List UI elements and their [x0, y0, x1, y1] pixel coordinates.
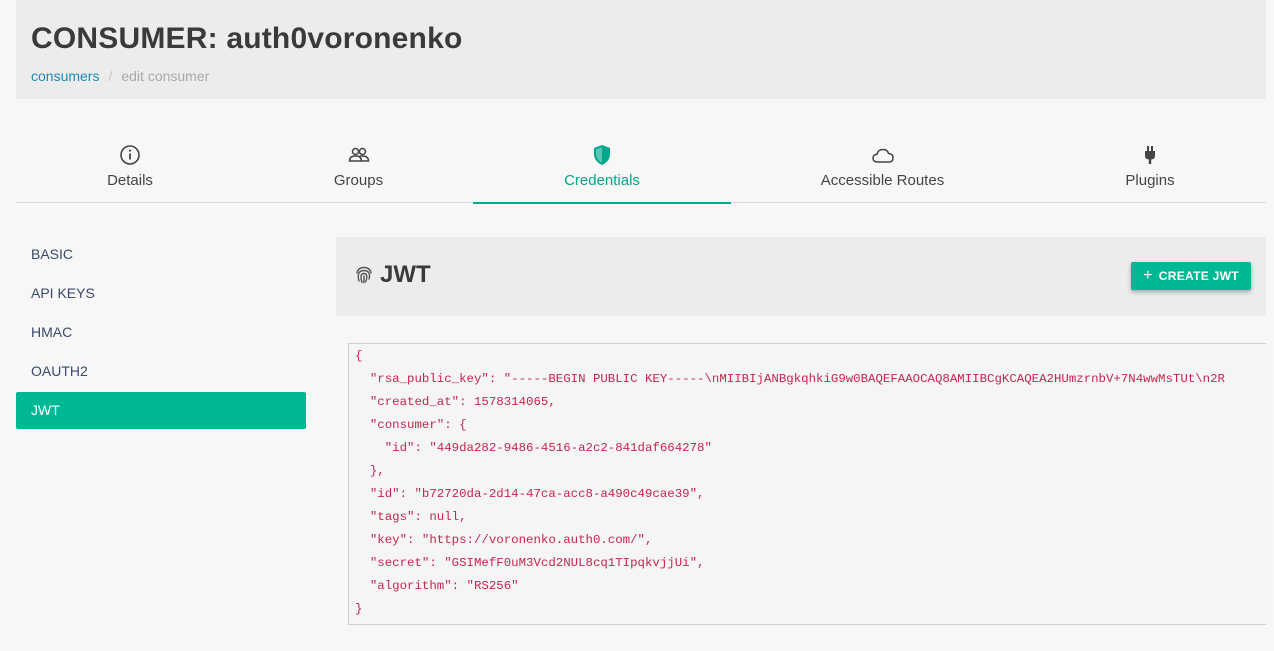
tab-details[interactable]: Details [16, 138, 244, 203]
json-line: "algorithm": "RS256" [355, 579, 519, 593]
breadcrumb-separator: / [108, 68, 113, 84]
tab-plugins[interactable]: Plugins [1034, 138, 1266, 203]
info-icon [120, 145, 140, 165]
tab-label: Plugins [1125, 172, 1175, 189]
nav-item-hmac[interactable]: HMAC [16, 314, 306, 351]
panel-title: JWT [380, 261, 431, 288]
json-line: "tags": null, [355, 510, 467, 524]
nav-item-oauth2[interactable]: OAUTH2 [16, 353, 306, 390]
jwt-panel-header: JWT + CREATE JWT [336, 237, 1266, 316]
shield-icon [594, 145, 610, 165]
jwt-json-block: { "rsa_public_key": "-----BEGIN PUBLIC K… [348, 343, 1266, 625]
tab-label: Groups [333, 172, 384, 189]
json-line: "created_at": 1578314065, [355, 395, 556, 409]
json-line: "secret": "GSIMefF0uM3Vcd2NUL8cq1TIpqkvj… [355, 556, 705, 570]
nav-item-basic[interactable]: BASIC [16, 236, 306, 273]
json-line: "id": "449da282-9486-4516-a2c2-841daf664… [355, 441, 712, 455]
plug-icon [1145, 146, 1155, 164]
tab-label: Details [107, 172, 153, 189]
breadcrumb-current: edit consumer [121, 68, 210, 84]
json-line: "id": "b72720da-2d14-47ca-acc8-a490c49ca… [355, 487, 705, 501]
credential-type-nav: BASIC API KEYS HMAC OAUTH2 JWT [16, 236, 306, 431]
create-jwt-button[interactable]: + CREATE JWT [1131, 262, 1251, 290]
tab-groups[interactable]: Groups [244, 138, 473, 203]
create-jwt-button-label: CREATE JWT [1158, 269, 1239, 283]
tab-label: Credentials [564, 172, 640, 189]
tab-bar: Details Groups Credentials Accessible Ro… [16, 138, 1266, 204]
plus-icon: + [1143, 267, 1153, 284]
json-line: } [355, 602, 363, 616]
nav-item-jwt[interactable]: JWT [16, 392, 306, 429]
page-title: CONSUMER: auth0voronenko [31, 22, 463, 55]
tab-credentials[interactable]: Credentials [473, 138, 731, 204]
fingerprint-icon [356, 266, 372, 284]
page-header: CONSUMER: auth0voronenko consumers / edit … [16, 0, 1266, 99]
json-line: "consumer": { [355, 418, 467, 432]
cloud-icon [871, 148, 894, 163]
users-icon [348, 147, 369, 162]
breadcrumb: consumers / edit consumer [31, 68, 209, 84]
json-line: "rsa_public_key": "-----BEGIN PUBLIC KEY… [355, 372, 1225, 386]
breadcrumb-consumers-link[interactable]: consumers [31, 68, 99, 84]
json-line: "key": "https://voronenko.auth0.com/", [355, 533, 653, 547]
tab-label: Accessible Routes [820, 172, 945, 189]
tab-accessible-routes[interactable]: Accessible Routes [731, 138, 1034, 203]
json-line: }, [355, 464, 385, 478]
json-line: { [355, 349, 363, 363]
nav-item-api-keys[interactable]: API KEYS [16, 275, 306, 312]
